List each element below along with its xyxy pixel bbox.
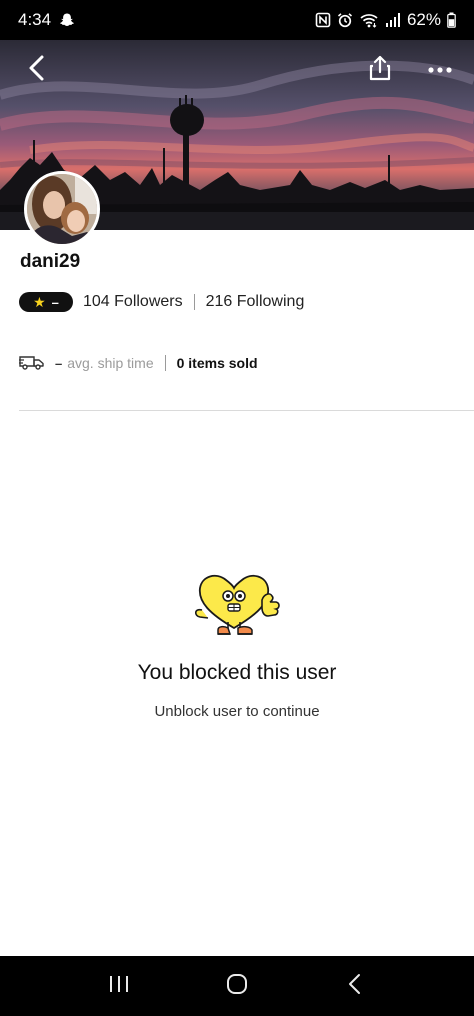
blocked-subtitle: Unblock user to continue <box>154 703 320 720</box>
follow-separator <box>193 294 195 310</box>
nfc-icon <box>315 12 331 28</box>
share-icon <box>368 54 392 87</box>
heart-mascot-icon <box>190 570 284 644</box>
avatar[interactable] <box>24 171 100 247</box>
status-bar: 4:34 62% <box>0 0 474 40</box>
wifi-icon <box>359 12 379 28</box>
chevron-left-icon <box>26 54 46 87</box>
signal-icon <box>385 12 401 28</box>
share-button[interactable] <box>362 52 398 88</box>
recent-apps-button[interactable] <box>89 961 149 1011</box>
followers-link[interactable]: 104 Followers <box>83 293 183 311</box>
system-back-button[interactable] <box>325 961 385 1011</box>
star-icon: ★ <box>33 294 46 310</box>
battery-percent: 62% <box>406 10 441 29</box>
ship-time-value: – <box>55 355 63 371</box>
home-icon <box>225 972 249 1001</box>
status-left: 4:34 <box>18 10 75 30</box>
following-link[interactable]: 216 Following <box>206 293 305 311</box>
ship-time-label: avg. ship time <box>67 355 154 371</box>
section-divider <box>19 410 474 411</box>
back-button[interactable] <box>18 52 54 88</box>
avatar-image <box>27 174 97 244</box>
more-horizontal-icon <box>427 61 453 79</box>
items-sold: 0 items sold <box>176 355 258 371</box>
more-options-button[interactable] <box>420 52 460 88</box>
username: dani29 <box>20 251 81 272</box>
recent-apps-icon <box>108 974 130 999</box>
alarm-icon <box>337 12 353 28</box>
back-icon <box>347 973 363 1000</box>
battery-icon <box>447 12 456 28</box>
truck-icon <box>19 354 55 373</box>
screen: 4:34 62% dani29 ★ – 104 Followers 216 Fo… <box>0 0 474 1016</box>
rating-value: – <box>51 294 59 310</box>
status-right: 62% <box>315 10 456 30</box>
rating-badge[interactable]: ★ – <box>19 292 73 312</box>
shipping-stats: – avg. ship time 0 items sold <box>19 352 258 374</box>
follow-stats: 104 Followers 216 Following <box>83 292 304 312</box>
ship-separator <box>164 355 166 371</box>
system-nav-bar <box>0 956 474 1016</box>
snapchat-icon <box>59 12 75 28</box>
blocked-title: You blocked this user <box>137 661 337 684</box>
status-time: 4:34 <box>18 10 52 29</box>
home-button[interactable] <box>207 961 267 1011</box>
